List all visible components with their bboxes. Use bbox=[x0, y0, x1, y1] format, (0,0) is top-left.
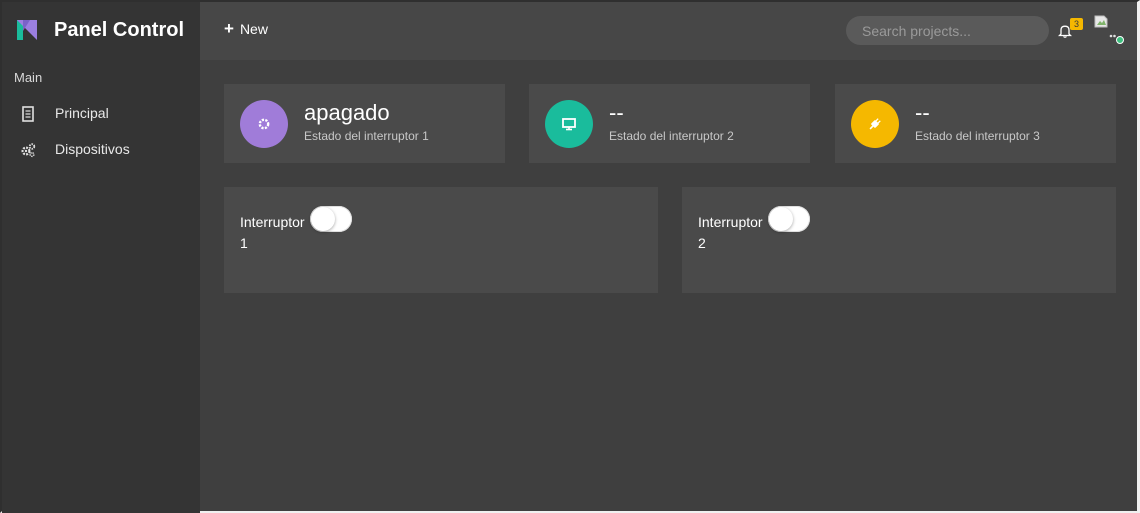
notification-badge: 3 bbox=[1070, 18, 1083, 30]
stat-value: -- bbox=[609, 100, 624, 125]
app-window: Panel Control Main Principal Dispositivo… bbox=[0, 0, 1140, 513]
switch-card-2: Interruptor 2 bbox=[682, 187, 1116, 293]
document-icon bbox=[22, 106, 34, 122]
toggle-switch-2[interactable] bbox=[768, 206, 810, 232]
brand-title: Panel Control bbox=[54, 19, 185, 41]
topbar: + New 3 bbox=[200, 2, 1137, 60]
new-button-label: New bbox=[239, 21, 268, 37]
search-input[interactable] bbox=[846, 16, 1049, 45]
stat-value: -- bbox=[915, 100, 930, 125]
sidebar-item-label: Dispositivos bbox=[55, 141, 130, 157]
sidebar-item-principal[interactable]: Principal bbox=[2, 97, 200, 129]
switch-number: 1 bbox=[240, 235, 248, 251]
stat-icon-circle bbox=[851, 100, 899, 148]
switch-card-1: Interruptor 1 bbox=[224, 187, 658, 293]
sidebar: Panel Control Main Principal Dispositivo… bbox=[2, 2, 200, 513]
stat-card-interruptor-2: -- Estado del interruptor 2 bbox=[529, 84, 810, 163]
switch-label: Interruptor bbox=[698, 214, 763, 230]
stat-card-interruptor-3: -- Estado del interruptor 3 bbox=[835, 84, 1116, 163]
toggle-knob bbox=[769, 207, 793, 231]
stat-description: Estado del interruptor 2 bbox=[609, 129, 734, 143]
stat-description: Estado del interruptor 1 bbox=[304, 129, 429, 143]
switch-number: 2 bbox=[698, 235, 706, 251]
sidebar-section-label: Main bbox=[14, 70, 43, 85]
sidebar-item-label: Principal bbox=[55, 105, 109, 121]
monitor-icon bbox=[562, 118, 576, 131]
stat-description: Estado del interruptor 3 bbox=[915, 129, 1040, 143]
brand[interactable]: Panel Control bbox=[2, 2, 200, 60]
stat-icon-circle bbox=[545, 100, 593, 148]
plus-icon: + bbox=[224, 19, 234, 38]
new-button[interactable]: + New bbox=[224, 19, 268, 38]
plug-icon bbox=[869, 118, 881, 130]
online-status-dot bbox=[1116, 36, 1124, 44]
toggle-switch-1[interactable] bbox=[310, 206, 352, 232]
stat-value: apagado bbox=[304, 100, 390, 125]
stat-card-interruptor-1: apagado Estado del interruptor 1 bbox=[224, 84, 505, 163]
brand-logo-icon bbox=[17, 20, 37, 40]
gear-icon bbox=[258, 118, 270, 130]
switch-label: Interruptor bbox=[240, 214, 305, 230]
stat-icon-circle bbox=[240, 100, 288, 148]
toggle-knob bbox=[311, 207, 335, 231]
sidebar-item-dispositivos[interactable]: Dispositivos bbox=[2, 133, 200, 165]
gears-icon bbox=[21, 143, 36, 158]
